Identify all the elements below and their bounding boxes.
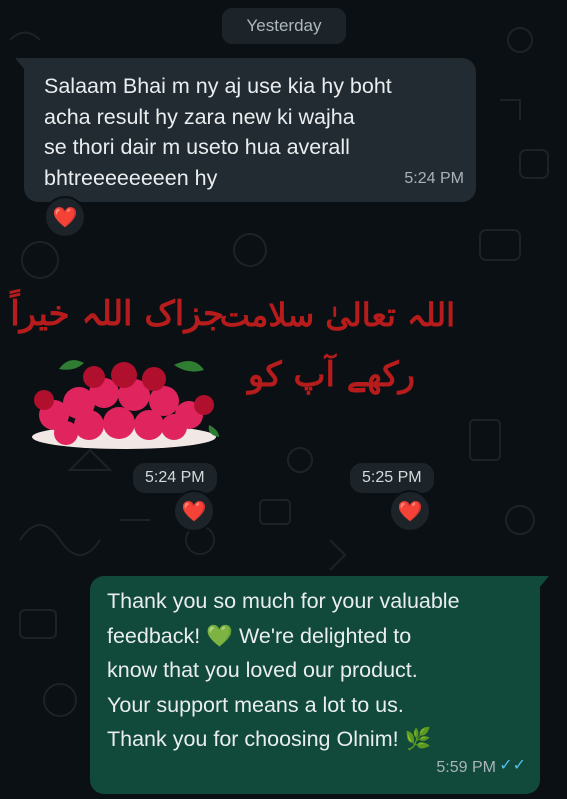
heart-reaction[interactable]: ❤️ xyxy=(173,490,215,532)
green-heart-icon: 💚 xyxy=(206,623,233,648)
heart-reaction[interactable]: ❤️ xyxy=(44,196,86,238)
message-line: Thank you so much for your valuable xyxy=(107,589,460,613)
read-receipt-icon: ✓✓ xyxy=(499,757,526,775)
message-text: We're delighted to xyxy=(233,623,412,648)
sticker-text: جزاک اللہ خیراً xyxy=(10,294,224,334)
heart-reaction[interactable]: ❤️ xyxy=(389,490,431,532)
sticker-salamat[interactable]: اللہ تعالیٰ سلامت رکھے آپ کو xyxy=(220,290,455,430)
message-line: Salaam Bhai m ny aj use kia hy boht xyxy=(44,74,392,98)
message-line: bhtreeeeeeeen hy xyxy=(44,165,218,190)
sticker-text-line1: اللہ تعالیٰ سلامت xyxy=(219,296,455,334)
bubble-tail xyxy=(15,58,25,70)
outgoing-message-bubble[interactable]: Thank you so much for your valuable feed… xyxy=(90,576,549,794)
message-line: acha result hy zara new ki wajha xyxy=(44,104,355,129)
message-time: 5:59 PM xyxy=(436,759,496,777)
message-line: se thori dair m useto hua averall xyxy=(44,135,350,159)
message-line: Your support means a lot to us. xyxy=(107,692,404,717)
message-text: feedback! xyxy=(107,623,207,648)
heart-icon: ❤️ xyxy=(181,500,207,523)
incoming-message-bubble[interactable]: Salaam Bhai m ny aj use kia hy boht acha… xyxy=(15,58,476,202)
date-chip: Yesterday xyxy=(222,8,346,44)
sticker-time: 5:25 PM xyxy=(350,463,434,493)
sticker-text-line2: رکھے آپ کو xyxy=(247,355,415,395)
message-time: 5:24 PM xyxy=(404,169,464,187)
herb-icon: 🌿 xyxy=(404,727,432,752)
message-line: feedback! 💚 We're delighted to xyxy=(107,619,526,654)
bubble-tail xyxy=(539,576,549,588)
message-line: know that you loved our product. xyxy=(107,658,418,683)
sticker-time: 5:24 PM xyxy=(133,463,217,493)
heart-icon: ❤️ xyxy=(52,206,78,229)
message-text: Thank you for choosing Olnim! xyxy=(107,727,405,752)
roses-image xyxy=(32,360,219,449)
heart-icon: ❤️ xyxy=(397,500,423,523)
sticker-jazakallah[interactable]: جزاک اللہ خیراً xyxy=(10,285,224,455)
